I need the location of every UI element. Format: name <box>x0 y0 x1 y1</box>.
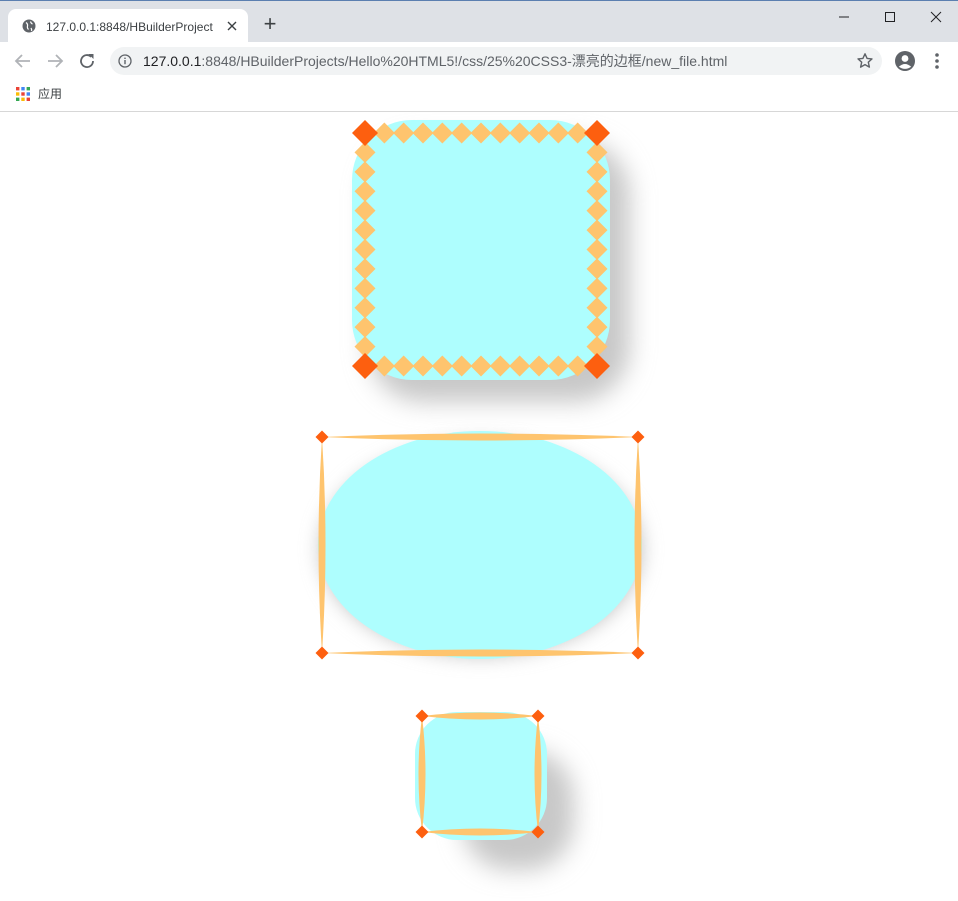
maximize-button[interactable] <box>868 3 912 31</box>
back-arrow-icon[interactable] <box>12 50 34 72</box>
globe-icon <box>22 19 36 33</box>
active-tab[interactable]: 127.0.0.1:8848/HBuilderProject <box>8 9 248 43</box>
corner-diamond <box>531 709 545 723</box>
border-edge-right <box>634 437 642 653</box>
toolbar: 127.0.0.1:8848/HBuilderProjects/Hello%20… <box>0 42 958 80</box>
bookmark-apps-label: 应用 <box>38 87 63 101</box>
address-bar[interactable]: 127.0.0.1:8848/HBuilderProjects/Hello%20… <box>110 47 882 75</box>
reload-icon[interactable] <box>76 50 98 72</box>
corner-diamond <box>315 646 329 660</box>
corner-diamond <box>631 430 645 444</box>
url-path: :8848/HBuilderProjects/Hello%20HTML5!/cs… <box>201 53 728 69</box>
tab-strip: 127.0.0.1:8848/HBuilderProject + <box>0 0 958 43</box>
info-icon[interactable] <box>118 54 132 68</box>
corner-diamond <box>315 430 329 444</box>
maximize-icon <box>885 12 895 22</box>
tab-title: 127.0.0.1:8848/HBuilderProject <box>46 20 213 34</box>
browser-chrome: 127.0.0.1:8848/HBuilderProject + 127.0.0… <box>0 0 958 112</box>
page-content <box>0 112 958 901</box>
close-icon <box>930 11 942 23</box>
menu-kebab-icon[interactable] <box>928 50 946 72</box>
diamond-border-box <box>352 120 630 402</box>
forward-arrow-icon[interactable] <box>44 50 66 72</box>
tab-close-icon[interactable] <box>224 18 240 34</box>
minimize-icon <box>839 16 849 18</box>
apps-grid-icon[interactable] <box>16 87 30 101</box>
url-host: 127.0.0.1 <box>143 53 202 69</box>
minimize-button[interactable] <box>822 3 866 31</box>
window-close-button[interactable] <box>914 3 958 31</box>
corner-diamond <box>631 646 645 660</box>
box-fill <box>318 431 642 659</box>
stretched-border-ellipse-box <box>315 430 645 660</box>
bookmark-star-icon[interactable] <box>856 52 874 70</box>
url-text: 127.0.0.1:8848/HBuilderProjects/Hello%20… <box>143 52 727 70</box>
bookmarks-bar: 应用 <box>0 80 958 112</box>
profile-avatar-icon[interactable] <box>894 50 916 72</box>
border-edge-bottom <box>322 649 638 657</box>
box-fill <box>352 120 610 380</box>
box-fill <box>415 712 547 840</box>
border-edge-left <box>318 437 326 653</box>
decorative-borders-canvas <box>315 120 645 870</box>
corner-diamond <box>415 709 429 723</box>
new-tab-button[interactable]: + <box>258 13 282 37</box>
corner-diamond <box>415 825 429 839</box>
stretched-border-small-box <box>415 709 574 870</box>
border-edge-top <box>322 433 638 441</box>
